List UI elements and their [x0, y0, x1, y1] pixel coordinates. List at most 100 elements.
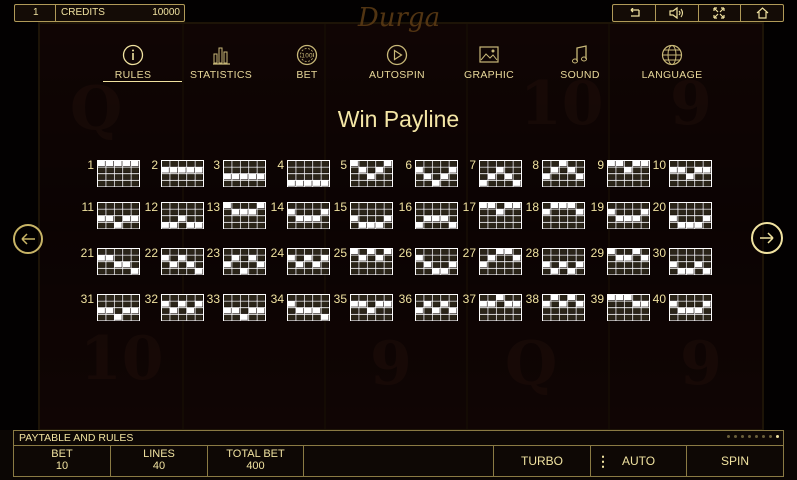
payline-cell: [295, 202, 304, 209]
lines-box[interactable]: LINES 40: [111, 445, 208, 476]
payline-cell: [240, 180, 248, 186]
payline-cell: [694, 209, 703, 215]
payline-cell-active: [321, 255, 329, 261]
payline-cell: [423, 167, 432, 173]
payline-cell: [195, 294, 203, 301]
lines-indicator: 1: [33, 7, 39, 18]
credits-separator: [55, 5, 56, 21]
payline-cell: [223, 160, 231, 167]
page-dot[interactable]: [734, 435, 737, 438]
prev-page-button[interactable]: [13, 224, 43, 254]
payline-cell: [669, 294, 677, 301]
page-dot[interactable]: [762, 435, 765, 438]
payline-cell: [669, 314, 677, 320]
page-dot[interactable]: [727, 435, 730, 438]
payline-cell: [624, 202, 632, 209]
payline-cell: [440, 202, 449, 209]
payline-cell: [703, 180, 711, 186]
payline-cell: [304, 173, 312, 180]
back-arrow-icon[interactable]: [613, 5, 656, 21]
payline-cell-active: [479, 180, 487, 186]
payline-cell-active: [287, 255, 295, 261]
payline-number: 24: [270, 246, 284, 260]
payline-cell: [487, 209, 496, 215]
payline-cell: [367, 202, 375, 209]
payline-cell: [186, 160, 195, 167]
payline-cell: [504, 268, 513, 274]
tab-bet[interactable]: 100 BET: [262, 40, 352, 86]
payline-21: 21: [80, 246, 140, 278]
payline-cell: [559, 307, 567, 314]
payline-cell: [105, 301, 114, 307]
payline-cell-active: [231, 255, 240, 261]
payline-cell: [576, 222, 584, 228]
payline-cell: [161, 202, 169, 209]
payline-cell-active: [479, 261, 487, 268]
payline-cell: [504, 314, 513, 320]
payline-grid-29: [607, 248, 650, 276]
tab-autospin[interactable]: AUTOSPIN: [352, 40, 442, 86]
payline-cell: [186, 248, 195, 255]
page-dot[interactable]: [741, 435, 744, 438]
payline-cell-active: [223, 202, 231, 209]
payline-40: 40: [652, 292, 712, 324]
payline-cell: [295, 167, 304, 173]
spin-button[interactable]: SPIN: [687, 445, 783, 476]
payline-cell: [567, 160, 576, 167]
payline-30: 30: [652, 246, 712, 278]
fullscreen-icon[interactable]: [699, 5, 742, 21]
payline-1: 1: [80, 158, 140, 190]
payline-cell: [669, 248, 677, 255]
payline-cell: [449, 180, 457, 186]
payline-cell: [624, 268, 632, 274]
tab-rules[interactable]: RULES: [88, 40, 182, 86]
payline-2: 2: [144, 158, 204, 190]
empty-slot: [304, 445, 494, 476]
sound-icon[interactable]: [656, 5, 699, 21]
payline-cell: [641, 314, 649, 320]
bet-box[interactable]: BET 10: [14, 445, 111, 476]
turbo-button[interactable]: TURBO: [494, 445, 591, 476]
auto-button[interactable]: ⋮ AUTO: [591, 445, 687, 476]
payline-cell-active: [169, 307, 178, 314]
payline-cell: [304, 160, 312, 167]
tab-statistics[interactable]: STATISTICS: [176, 40, 266, 86]
tab-graphic[interactable]: GRAPHIC: [444, 40, 534, 86]
payline-cell: [122, 180, 131, 186]
home-icon[interactable]: [741, 5, 783, 21]
payline-cell-active: [694, 307, 703, 314]
payline-33: 33: [206, 292, 266, 324]
next-page-button[interactable]: [751, 222, 783, 254]
payline-cell: [415, 268, 423, 274]
more-dots-icon[interactable]: ⋮: [596, 446, 610, 476]
payline-4: 4: [270, 158, 330, 190]
page-dot[interactable]: [755, 435, 758, 438]
payline-cell-active: [440, 268, 449, 274]
payline-cell: [703, 314, 711, 320]
payline-cell-active: [384, 301, 392, 307]
tab-sound[interactable]: SOUND: [535, 40, 625, 86]
page-dot[interactable]: [776, 435, 779, 438]
payline-cell-active: [615, 160, 624, 167]
payline-cell-active: [161, 301, 169, 307]
payline-grid-21: [97, 248, 140, 276]
payline-cell-active: [223, 307, 231, 314]
payline-cell: [632, 173, 641, 180]
payline-cell-active: [231, 307, 240, 314]
payline-cell: [304, 314, 312, 320]
payline-cell: [576, 307, 584, 314]
payline-cell: [114, 294, 122, 301]
payline-cell-active: [358, 255, 367, 261]
payline-cell: [248, 261, 257, 268]
page-dot[interactable]: [769, 435, 772, 438]
payline-cell: [513, 173, 521, 180]
payline-cell: [513, 314, 521, 320]
payline-cell-active: [632, 248, 641, 255]
payline-cell: [131, 209, 139, 215]
tab-language[interactable]: LANGUAGE: [627, 40, 717, 86]
payline-cell-active: [231, 209, 240, 215]
page-dot[interactable]: [748, 435, 751, 438]
payline-cell: [131, 314, 139, 320]
payline-cell: [321, 202, 329, 209]
payline-cell: [367, 180, 375, 186]
